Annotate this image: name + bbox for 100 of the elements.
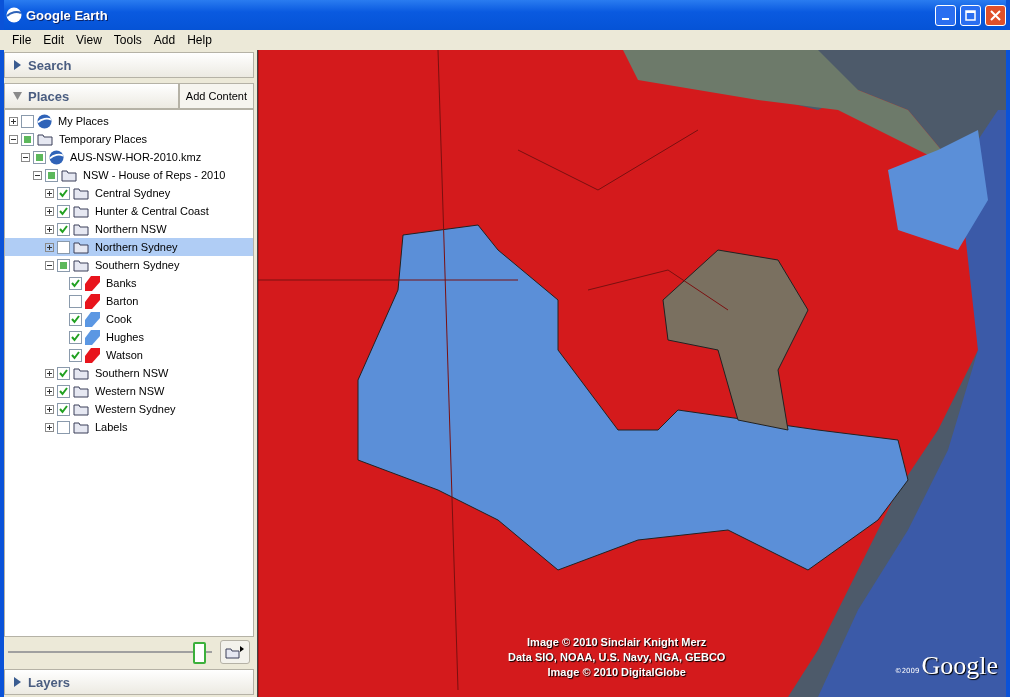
tree-item[interactable]: Watson [5, 346, 253, 364]
tree-label: Central Sydney [95, 187, 171, 199]
checkbox[interactable] [69, 276, 82, 290]
expand-icon[interactable] [9, 116, 18, 126]
globe-icon [49, 149, 64, 165]
tree-label: Western Sydney [95, 403, 176, 415]
expand-icon[interactable] [45, 386, 54, 396]
slider-thumb[interactable] [192, 642, 206, 664]
map-attribution: Image © 2010 DigitalGlobe [547, 665, 686, 680]
tree-label: NSW - House of Reps - 2010 [83, 169, 226, 181]
tree-item[interactable]: Banks [5, 274, 253, 292]
tree-label: Northern NSW [95, 223, 167, 235]
window-title: Google Earth [26, 7, 109, 23]
close-icon [990, 9, 1001, 21]
folder-icon [73, 366, 89, 380]
minimize-icon [942, 18, 949, 20]
tree-label: Hughes [106, 331, 144, 343]
tree-item[interactable]: Hunter & Central Coast [5, 202, 253, 220]
checkbox[interactable] [69, 348, 82, 362]
folder-icon [73, 186, 89, 200]
tree-label: AUS-NSW-HOR-2010.kmz [70, 151, 202, 163]
checkbox[interactable] [57, 366, 70, 380]
globe-icon [6, 7, 22, 23]
folder-icon [73, 384, 89, 398]
collapse-icon[interactable] [21, 152, 30, 162]
search-panel-header[interactable]: Search [4, 52, 254, 78]
folder-menu-button[interactable] [220, 640, 250, 664]
checkbox[interactable] [69, 294, 82, 308]
tree-item[interactable]: Southern Sydney [5, 256, 253, 274]
expand-icon[interactable] [45, 242, 54, 252]
tree-item[interactable]: Labels [5, 418, 253, 436]
tree-item[interactable]: AUS-NSW-HOR-2010.kmz [5, 148, 253, 166]
checkbox[interactable] [57, 240, 70, 254]
collapse-icon[interactable] [45, 260, 54, 270]
checkbox[interactable] [69, 312, 82, 326]
folder-icon [73, 222, 89, 236]
folder-icon [73, 204, 89, 218]
checkbox[interactable] [57, 384, 70, 398]
checkbox[interactable] [69, 330, 82, 344]
maximize-icon [965, 9, 976, 21]
tree-item[interactable]: Western NSW [5, 382, 253, 400]
folder-icon [37, 132, 53, 146]
tree-label: Northern Sydney [95, 241, 178, 253]
tree-label: My Places [58, 115, 109, 127]
tree-item[interactable]: Hughes [5, 328, 253, 346]
expand-icon[interactable] [45, 206, 54, 216]
folder-icon [73, 402, 89, 416]
tree-item[interactable]: Cook [5, 310, 253, 328]
folder-icon [225, 645, 245, 659]
minimize-button[interactable] [935, 4, 956, 26]
checkbox[interactable] [21, 114, 34, 128]
tree-label: Labels [95, 421, 128, 433]
layers-panel-header[interactable]: Layers [4, 669, 254, 695]
tree-label: Barton [106, 295, 139, 307]
checkbox[interactable] [57, 420, 70, 434]
checkbox[interactable] [57, 222, 70, 236]
menu-item[interactable]: File [6, 33, 38, 47]
checkbox[interactable] [57, 186, 70, 200]
folder-icon [73, 258, 89, 272]
tree-item[interactable]: Southern NSW [5, 364, 253, 382]
tree-item[interactable]: Temporary Places [5, 130, 253, 148]
expand-icon[interactable] [45, 188, 54, 198]
menu-item[interactable]: View [70, 33, 108, 47]
tree-label: Western NSW [95, 385, 165, 397]
tree-label: Cook [106, 313, 132, 325]
map-attribution: Image © 2010 Sinclair Knight Merz [527, 635, 707, 650]
map-attribution: Data SIO, NOAA, U.S. Navy, NGA, GEBCO [508, 650, 726, 665]
add-content-button[interactable]: Add Content [178, 83, 254, 109]
folder-icon [73, 240, 89, 254]
globe-icon [37, 113, 52, 129]
menu-item[interactable]: Help [181, 33, 218, 47]
folder-icon [61, 168, 77, 182]
tree-item[interactable]: Western Sydney [5, 400, 253, 418]
tree-item[interactable]: Northern Sydney [5, 238, 253, 256]
menu-item[interactable]: Edit [37, 33, 71, 47]
tree-item[interactable]: Barton [5, 292, 253, 310]
expand-icon[interactable] [45, 224, 54, 234]
expand-icon[interactable] [45, 368, 54, 378]
tree-label: Southern Sydney [95, 259, 180, 271]
menu-item[interactable]: Tools [107, 33, 148, 47]
folder-icon [73, 420, 89, 434]
tree-label: Banks [106, 277, 137, 289]
map-logo: Google [921, 651, 998, 681]
menu-item[interactable]: Add [147, 33, 182, 47]
tree-item[interactable]: Central Sydney [5, 184, 253, 202]
collapse-icon[interactable] [9, 134, 18, 144]
expand-icon[interactable] [45, 422, 54, 432]
tree-label: Hunter & Central Coast [95, 205, 209, 217]
close-button[interactable] [985, 4, 1006, 26]
maximize-button[interactable] [960, 4, 981, 26]
tree-item[interactable]: Northern NSW [5, 220, 253, 238]
tree-item[interactable]: NSW - House of Reps - 2010 [5, 166, 253, 184]
tree-item[interactable]: My Places [5, 112, 253, 130]
tree-label: Temporary Places [59, 133, 148, 145]
checkbox[interactable] [57, 402, 70, 416]
checkbox[interactable] [57, 204, 70, 218]
tree-label: Southern NSW [95, 367, 169, 379]
expand-icon[interactable] [45, 404, 54, 414]
collapse-icon[interactable] [33, 170, 42, 180]
places-panel-header[interactable]: Places [4, 83, 179, 109]
